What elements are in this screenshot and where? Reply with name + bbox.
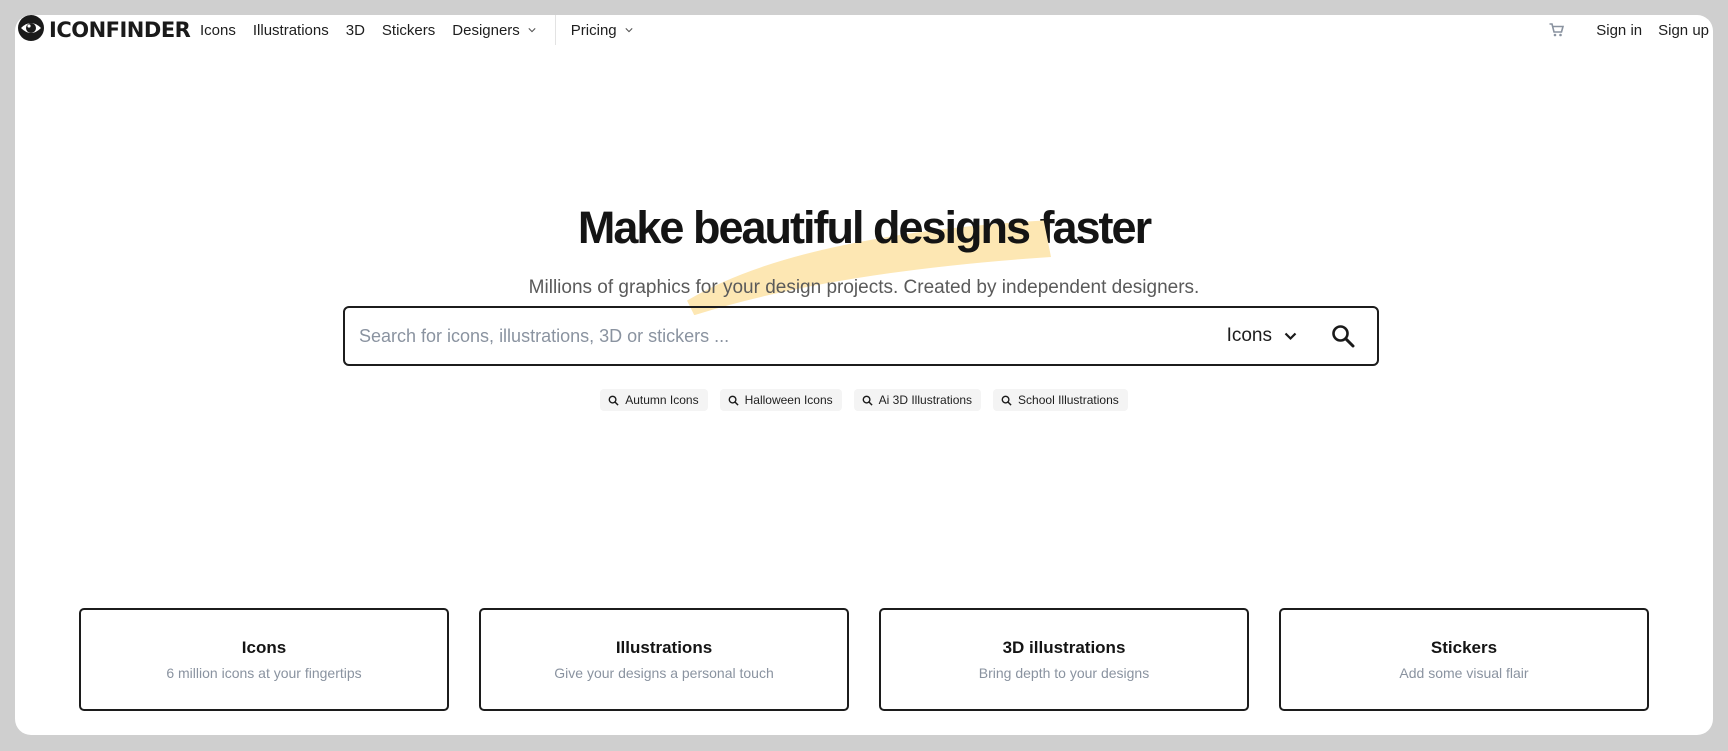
search-type-label: Icons xyxy=(1226,325,1272,346)
search-input[interactable] xyxy=(345,307,1227,365)
nav-link-illustrations[interactable]: Illustrations xyxy=(253,22,329,39)
card-illustrations[interactable]: Illustrations Give your designs a person… xyxy=(479,608,849,711)
page-frame: ICONFINDER Icons Illustrations 3D Sticke… xyxy=(15,15,1713,735)
search-icon xyxy=(862,395,873,406)
chip-school-illustrations[interactable]: School Illustrations xyxy=(993,389,1128,411)
hero-title: Make beautiful designs faster xyxy=(15,198,1713,316)
hero-title-pre: Make xyxy=(577,202,693,253)
top-nav: ICONFINDER Icons Illustrations 3D Sticke… xyxy=(15,15,1713,45)
suggestion-chips: Autumn Icons Halloween Icons Ai 3D Illus… xyxy=(15,389,1713,411)
card-stickers[interactable]: Stickers Add some visual flair xyxy=(1279,608,1649,711)
search-type-select[interactable]: Icons xyxy=(1227,325,1297,347)
search-icon xyxy=(728,395,739,406)
pricing-label: Pricing xyxy=(570,21,617,39)
nav-link-designers[interactable]: Designers xyxy=(452,22,536,39)
brand-name: ICONFINDER xyxy=(49,18,191,42)
nav-link-icons[interactable]: Icons xyxy=(200,22,236,39)
card-subtitle: Bring depth to your designs xyxy=(978,665,1150,681)
chip-autumn-icons[interactable]: Autumn Icons xyxy=(600,389,708,411)
search-icon xyxy=(1001,395,1012,406)
category-cards: Icons 6 million icons at your fingertips… xyxy=(79,608,1649,711)
nav-link-stickers[interactable]: Stickers xyxy=(382,22,435,39)
nav-link-pricing[interactable]: Pricing xyxy=(571,22,633,39)
search-icon[interactable] xyxy=(1331,324,1355,348)
designers-label: Designers xyxy=(452,21,520,39)
nav-divider xyxy=(554,15,556,45)
nav-links: Icons Illustrations 3D Stickers Designer… xyxy=(200,15,650,45)
hero-subtitle: Millions of graphics for your design pro… xyxy=(528,277,1200,298)
card-icons[interactable]: Icons 6 million icons at your fingertips xyxy=(79,608,449,711)
chip-halloween-icons[interactable]: Halloween Icons xyxy=(719,389,842,411)
card-title: Stickers xyxy=(1430,638,1498,657)
chevron-down-icon xyxy=(528,28,536,33)
card-subtitle: Add some visual flair xyxy=(1399,665,1529,681)
card-subtitle: 6 million icons at your fingertips xyxy=(166,665,362,681)
cart-icon[interactable] xyxy=(1549,23,1565,37)
search-bar: Icons xyxy=(343,306,1379,366)
card-title: Icons xyxy=(241,638,287,657)
sign-in-link[interactable]: Sign in xyxy=(1596,22,1642,39)
sign-up-link[interactable]: Sign up xyxy=(1658,22,1709,39)
card-title: 3D illustrations xyxy=(1002,638,1126,657)
logo[interactable]: ICONFINDER xyxy=(17,15,191,47)
card-title: Illustrations xyxy=(615,638,713,657)
nav-right: Sign in Sign up xyxy=(1549,15,1709,45)
eye-logo-icon xyxy=(17,15,45,47)
chip-ai-3d-illustrations[interactable]: Ai 3D Illustrations xyxy=(853,389,982,411)
chevron-down-icon xyxy=(625,28,633,33)
card-3d-illustrations[interactable]: 3D illustrations Bring depth to your des… xyxy=(879,608,1249,711)
search-icon xyxy=(608,395,619,406)
nav-link-3d[interactable]: 3D xyxy=(346,22,365,39)
card-subtitle: Give your designs a personal touch xyxy=(554,665,774,681)
hero-title-highlight: beautiful designs xyxy=(686,198,1051,316)
chevron-down-icon xyxy=(1284,332,1297,340)
